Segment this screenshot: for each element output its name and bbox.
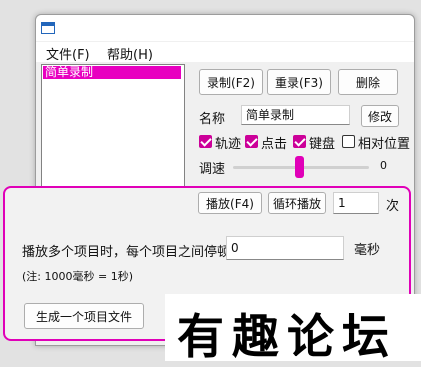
list-item[interactable]: 简单录制 (43, 66, 181, 79)
trajectory-checkbox[interactable] (199, 135, 212, 148)
click-checkbox[interactable] (245, 135, 258, 148)
keyboard-label: 键盘 (309, 137, 336, 152)
pause-input[interactable]: 0 (226, 236, 344, 260)
watermark-text: 有趣论坛 (177, 310, 397, 365)
play-count-input[interactable]: 1 (333, 192, 379, 214)
play-count-unit: 次 (386, 199, 400, 214)
watermark-logo: 有趣论坛 (165, 294, 421, 365)
speed-label: 调速 (199, 162, 226, 177)
pause-unit: 毫秒 (354, 243, 381, 258)
loop-play-button[interactable]: 循环播放 (268, 192, 326, 214)
relative-position-checkbox[interactable] (342, 135, 355, 148)
click-label: 点击 (261, 137, 288, 152)
pause-note: (注: 1000毫秒 = 1秒) (22, 270, 133, 283)
rerecord-button[interactable]: 重录(F3) (267, 69, 331, 95)
trajectory-label: 轨迹 (215, 137, 242, 152)
menu-file[interactable]: 文件(F) (46, 44, 90, 63)
window-icon (41, 22, 55, 34)
keyboard-checkbox[interactable] (293, 135, 306, 148)
title-bar[interactable] (36, 15, 414, 41)
pause-label: 播放多个项目时，每个项目之间停顿 (22, 245, 231, 260)
name-label: 名称 (199, 112, 226, 127)
modify-button[interactable]: 修改 (361, 105, 399, 127)
delete-button[interactable]: 删除 (338, 69, 398, 95)
generate-project-file-button[interactable]: 生成一个项目文件 (24, 303, 144, 329)
speed-value: 0 (380, 159, 387, 172)
relative-position-label: 相对位置 (358, 137, 411, 152)
menu-bar: 文件(F) 帮助(H) (36, 42, 414, 63)
menu-help[interactable]: 帮助(H) (107, 44, 153, 63)
play-button[interactable]: 播放(F4) (198, 192, 262, 214)
record-button[interactable]: 录制(F2) (199, 69, 263, 95)
name-field[interactable]: 简单录制 (241, 105, 350, 125)
speed-slider-thumb[interactable] (295, 156, 304, 178)
